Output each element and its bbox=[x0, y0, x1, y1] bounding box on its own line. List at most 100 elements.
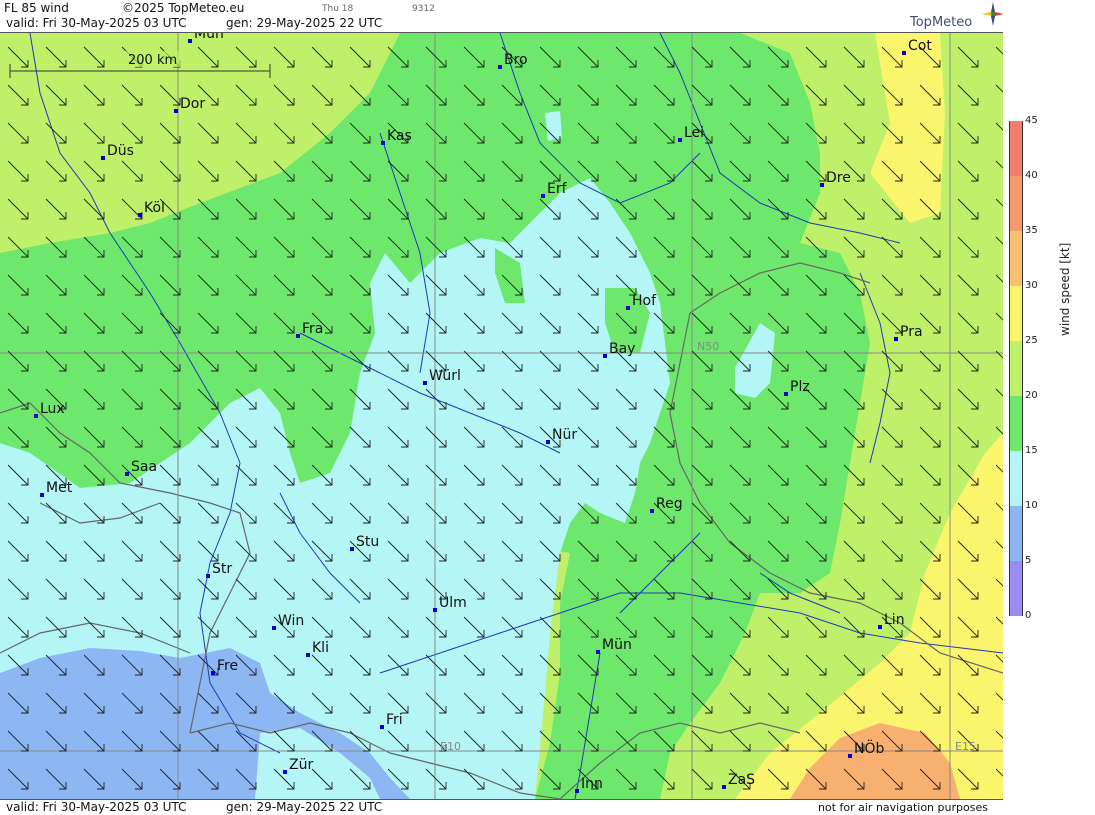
city-label: Fri bbox=[386, 712, 403, 728]
city-label: Cot bbox=[908, 38, 932, 54]
city-marker bbox=[722, 785, 726, 789]
colorbar-tick: 45 bbox=[1025, 115, 1038, 126]
city-label: Fra bbox=[302, 321, 323, 337]
colorbar-segment bbox=[1009, 561, 1023, 616]
city-label: ZaS bbox=[728, 772, 755, 788]
city-label: Erf bbox=[547, 181, 568, 197]
city-marker bbox=[848, 754, 852, 758]
map-footer: valid: Fri 30-May-2025 03 UTC gen: 29-Ma… bbox=[0, 799, 1003, 815]
city-marker bbox=[433, 608, 437, 612]
city-label: Köl bbox=[144, 200, 165, 216]
city-mün: Mün bbox=[596, 637, 632, 654]
city-label: Lux bbox=[40, 401, 65, 417]
city-marker bbox=[138, 213, 142, 217]
city-marker bbox=[40, 493, 44, 497]
city-label: Inn bbox=[581, 776, 603, 792]
colorbar-segment bbox=[1009, 231, 1023, 286]
city-label: Mün bbox=[194, 33, 224, 42]
product-title: FL 85 wind bbox=[4, 1, 69, 15]
topmeteo-logo[interactable]: TopMeteo bbox=[908, 2, 1004, 32]
colorbar-tick: 30 bbox=[1025, 280, 1038, 291]
city-marker bbox=[381, 141, 385, 145]
small-day: Thu 18 bbox=[322, 4, 354, 14]
city-nöb: NÖb bbox=[848, 739, 884, 758]
city-marker bbox=[306, 653, 310, 657]
grid-label-lon1: E10 bbox=[440, 740, 461, 753]
city-marker bbox=[678, 138, 682, 142]
copyright: ©2025 TopMeteo.eu bbox=[122, 1, 245, 15]
city-marker bbox=[650, 509, 654, 513]
disclaimer: not for air navigation purposes bbox=[818, 801, 988, 814]
colorbar-tick: 25 bbox=[1025, 335, 1038, 346]
colorbar-segment bbox=[1009, 286, 1023, 341]
footer-valid: valid: Fri 30-May-2025 03 UTC bbox=[6, 800, 187, 814]
city-marker bbox=[211, 671, 215, 675]
city-label: Fre bbox=[217, 658, 238, 674]
footer-gen: gen: 29-May-2025 22 UTC bbox=[226, 800, 383, 814]
colorbar-segment bbox=[1009, 506, 1023, 561]
city-label: Kas bbox=[387, 128, 412, 144]
city-marker bbox=[206, 574, 210, 578]
city-label: Win bbox=[278, 613, 304, 629]
colorbar-tick: 10 bbox=[1025, 500, 1038, 511]
colorbar-tick: 20 bbox=[1025, 390, 1038, 401]
city-marker bbox=[350, 547, 354, 551]
color-legend: 45 40 35 30 25 20 15 10 5 0 wind speed [kt] bbox=[1003, 0, 1095, 814]
grid-label-lat: N50 bbox=[697, 340, 719, 353]
city-marker bbox=[34, 414, 38, 418]
city-label: Hof bbox=[632, 293, 657, 309]
colorbar-segment bbox=[1009, 451, 1023, 506]
city-marker bbox=[626, 306, 630, 310]
city-marker bbox=[541, 194, 545, 198]
city-label: Düs bbox=[107, 143, 134, 159]
city-label: Kli bbox=[312, 640, 329, 656]
city-marker bbox=[784, 392, 788, 396]
city-marker bbox=[820, 183, 824, 187]
compass-icon bbox=[982, 2, 1004, 26]
city-label: Str bbox=[212, 561, 232, 577]
city-marker bbox=[380, 725, 384, 729]
city-marker bbox=[174, 109, 178, 113]
colorbar-segment bbox=[1009, 396, 1023, 451]
legend-title: wind speed [kt] bbox=[1058, 242, 1072, 336]
city-label: Plz bbox=[790, 379, 810, 395]
colorbar-tick: 0 bbox=[1025, 610, 1032, 621]
city-label: Stu bbox=[356, 534, 379, 550]
city-marker bbox=[902, 51, 906, 55]
city-label: Würl bbox=[429, 368, 461, 384]
city-marker bbox=[272, 626, 276, 630]
city-label: Saa bbox=[131, 459, 157, 475]
city-marker bbox=[498, 65, 502, 69]
city-marker bbox=[878, 625, 882, 629]
city-label: Mün bbox=[602, 637, 632, 653]
colorbar-segment bbox=[1009, 341, 1023, 396]
colorbar-tick: 15 bbox=[1025, 445, 1038, 456]
colorbar-segment bbox=[1009, 121, 1023, 176]
valid-time: valid: Fri 30-May-2025 03 UTC bbox=[6, 16, 187, 30]
city-marker bbox=[546, 440, 550, 444]
grid-label-lon2: E15 bbox=[955, 740, 976, 753]
colorbar-tick: 5 bbox=[1025, 555, 1032, 566]
city-label: Met bbox=[46, 480, 73, 496]
colorbar-tick: 40 bbox=[1025, 170, 1038, 181]
wind-map[interactable]: 200 km N50 E10 E15 Mün Bro Cot Dor Kas Lei Düs… bbox=[0, 33, 1003, 799]
city-mün: Mün bbox=[188, 33, 224, 43]
city-label: Ulm bbox=[439, 595, 467, 611]
city-label: Bay bbox=[609, 341, 635, 357]
scale-label: 200 km bbox=[128, 53, 177, 68]
city-label: Lei bbox=[684, 125, 704, 141]
small-code: 9312 bbox=[412, 4, 435, 14]
city-marker bbox=[575, 789, 579, 793]
city-marker bbox=[125, 472, 129, 476]
city-label: Zür bbox=[289, 757, 313, 773]
city-marker bbox=[603, 354, 607, 358]
city-label: Dre bbox=[826, 170, 851, 186]
gen-time: gen: 29-May-2025 22 UTC bbox=[226, 16, 383, 30]
city-ulm: Ulm bbox=[433, 595, 467, 612]
city-marker bbox=[296, 334, 300, 338]
brand-name: TopMeteo bbox=[910, 15, 973, 30]
city-label: NÖb bbox=[854, 739, 884, 757]
city-marker bbox=[101, 156, 105, 160]
city-label: Nür bbox=[552, 427, 577, 443]
city-marker bbox=[596, 650, 600, 654]
